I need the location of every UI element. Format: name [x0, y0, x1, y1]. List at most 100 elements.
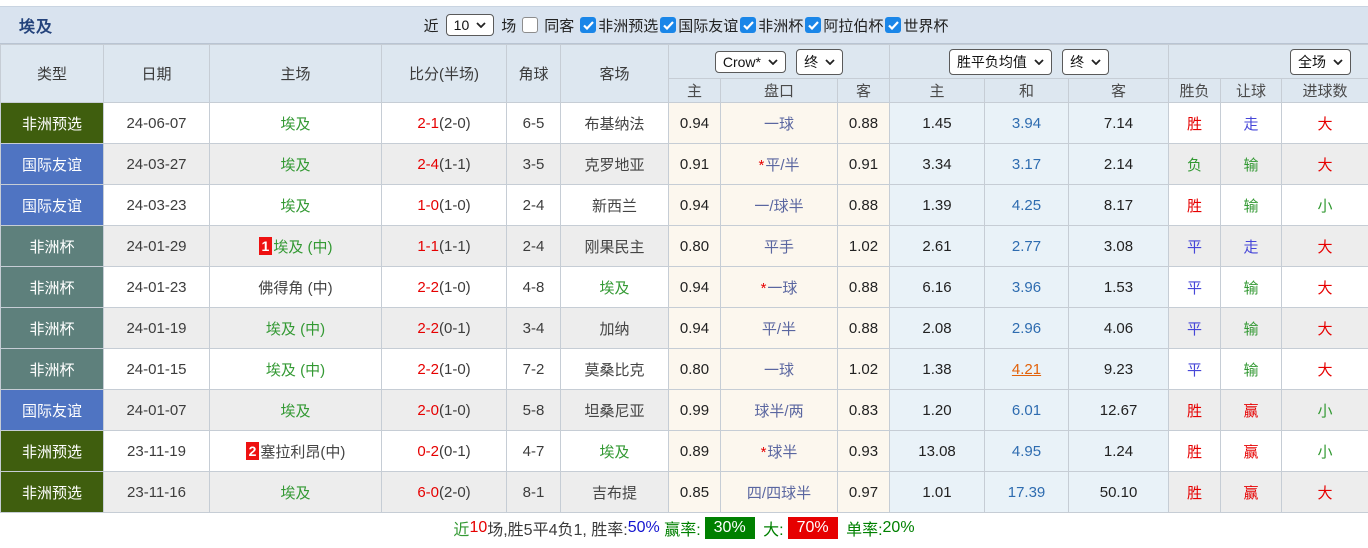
avg-draw-odds: 2.96 — [985, 308, 1069, 349]
handicap-line: 一球 — [721, 349, 838, 390]
avg-away-odds: 3.08 — [1069, 226, 1169, 267]
avg-home-odds: 1.01 — [890, 472, 985, 513]
away-team: 新西兰 — [561, 185, 669, 226]
team-name: 埃及 — [280, 116, 310, 133]
checkbox-competition[interactable] — [740, 17, 756, 33]
match-type-badge: 国际友谊 — [1, 390, 104, 431]
half-time-score: (0-1) — [439, 320, 471, 337]
same-away-label: 同客 — [544, 15, 574, 36]
avg-draw-value: 3.94 — [1012, 115, 1041, 132]
check-icon — [888, 21, 899, 30]
checkbox-competition[interactable] — [805, 17, 821, 33]
odds-away: 0.88 — [838, 267, 890, 308]
competition-filter-label: 非洲杯 — [758, 15, 803, 36]
goals-result-cell: 大 — [1282, 103, 1368, 144]
check-icon — [663, 21, 674, 30]
checkbox-competition[interactable] — [660, 17, 676, 33]
odds-away: 0.88 — [838, 185, 890, 226]
avg-draw-odds: 6.01 — [985, 390, 1069, 431]
rank-badge: 2 — [246, 442, 260, 460]
score-cell: 1-0(1-0) — [382, 185, 507, 226]
games-label: 场 — [501, 15, 516, 36]
competition-filter-item: 阿拉伯杯 — [803, 15, 883, 36]
team-name: 埃及 (中) — [266, 362, 325, 379]
table-row: 非洲杯24-01-15埃及 (中)2-2(1-0)7-2莫桑比克0.80一球1.… — [1, 349, 1368, 390]
away-team: 坦桑尼亚 — [561, 390, 669, 431]
sub-header-avg-draw: 和 — [985, 79, 1069, 103]
corner-score: 7-2 — [507, 349, 561, 390]
odds-home: 0.80 — [669, 226, 721, 267]
avg-away-odds: 8.17 — [1069, 185, 1169, 226]
full-time-score: 2-2 — [417, 320, 439, 337]
avg-draw-value: 2.96 — [1012, 320, 1041, 337]
handicap-line: 平/半 — [721, 308, 838, 349]
competition-filters: 非洲预选国际友谊非洲杯阿拉伯杯世界杯 — [578, 15, 948, 36]
home-team: 埃及 — [210, 390, 382, 431]
full-time-score: 2-0 — [417, 402, 439, 419]
team-name: 埃及 — [280, 198, 310, 215]
match-history-table: 类型 日期 主场 比分(半场) 角球 客场 Crow* 终 胜平负均值 — [0, 44, 1368, 513]
goals-result-cell: 小 — [1282, 431, 1368, 472]
table-row: 非洲杯24-01-23佛得角 (中)2-2(1-0)4-8埃及0.94*一球0.… — [1, 267, 1368, 308]
team-name: 塞拉利昂(中) — [260, 444, 345, 461]
bookmaker-state-select[interactable]: 终 — [796, 49, 843, 75]
summary-text: 场,胜5平4负1, 胜率: — [487, 516, 627, 540]
sub-header-avg-home: 主 — [890, 79, 985, 103]
team-name: 加纳 — [599, 321, 629, 338]
odds-away: 1.02 — [838, 226, 890, 267]
avg-away-odds: 4.06 — [1069, 308, 1169, 349]
avg-away-odds: 7.14 — [1069, 103, 1169, 144]
checkbox-competition[interactable] — [885, 17, 901, 33]
odds-away: 0.88 — [838, 103, 890, 144]
avg-draw-odds: 3.96 — [985, 267, 1069, 308]
handicap-result-cell: 走 — [1221, 226, 1282, 267]
home-team: 埃及 — [210, 103, 382, 144]
recent-count-select[interactable]: 10 — [446, 14, 495, 36]
corner-score: 3-4 — [507, 308, 561, 349]
odds-away: 0.97 — [838, 472, 890, 513]
home-team: 埃及 (中) — [210, 349, 382, 390]
avg-home-odds: 1.39 — [890, 185, 985, 226]
odds-home: 0.94 — [669, 185, 721, 226]
checkbox-same-away[interactable] — [522, 17, 538, 33]
avg-select[interactable]: 胜平负均值 — [949, 49, 1052, 75]
handicap-text: 球半/两 — [754, 403, 803, 420]
avg-away-odds: 9.23 — [1069, 349, 1169, 390]
match-type-badge: 国际友谊 — [1, 185, 104, 226]
team-name: 克罗地亚 — [584, 157, 644, 174]
avg-state-select[interactable]: 终 — [1062, 49, 1109, 75]
avg-home-odds: 2.08 — [890, 308, 985, 349]
match-date: 24-01-29 — [104, 226, 210, 267]
odds-away: 0.91 — [838, 144, 890, 185]
match-date: 24-03-27 — [104, 144, 210, 185]
goals-result-cell: 大 — [1282, 308, 1368, 349]
col-header-home: 主场 — [210, 45, 382, 103]
avg-state-value: 终 — [1070, 52, 1084, 72]
avg-draw-value: 6.01 — [1012, 402, 1041, 419]
avg-draw-value[interactable]: 4.21 — [1012, 361, 1041, 378]
summary-text: 赢率: — [660, 516, 701, 540]
bookmaker-state-value: 终 — [804, 52, 818, 72]
avg-home-odds: 3.34 — [890, 144, 985, 185]
chevron-down-icon — [1034, 59, 1044, 65]
full-time-score: 1-1 — [417, 238, 439, 255]
scope-select[interactable]: 全场 — [1290, 49, 1351, 75]
match-type-badge: 国际友谊 — [1, 144, 104, 185]
handicap-result-cell: 输 — [1221, 349, 1282, 390]
team-name: 埃及 — [280, 485, 310, 502]
odds-away: 1.02 — [838, 349, 890, 390]
summary-stat-pill: 30% — [705, 517, 755, 539]
handicap-result-cell: 输 — [1221, 267, 1282, 308]
home-team: 埃及 (中) — [210, 308, 382, 349]
odds-home: 0.91 — [669, 144, 721, 185]
handicap-result-cell: 输 — [1221, 144, 1282, 185]
summary-stat-pill: 70% — [788, 517, 838, 539]
bookmaker-select[interactable]: Crow* — [715, 51, 786, 73]
handicap-text: 一球 — [764, 116, 794, 133]
team-name: 莫桑比克 — [584, 362, 644, 379]
half-time-score: (1-1) — [439, 156, 471, 173]
check-icon — [743, 21, 754, 30]
scope-group-header: 全场 — [1169, 45, 1368, 79]
checkbox-competition[interactable] — [580, 17, 596, 33]
corner-score: 8-1 — [507, 472, 561, 513]
